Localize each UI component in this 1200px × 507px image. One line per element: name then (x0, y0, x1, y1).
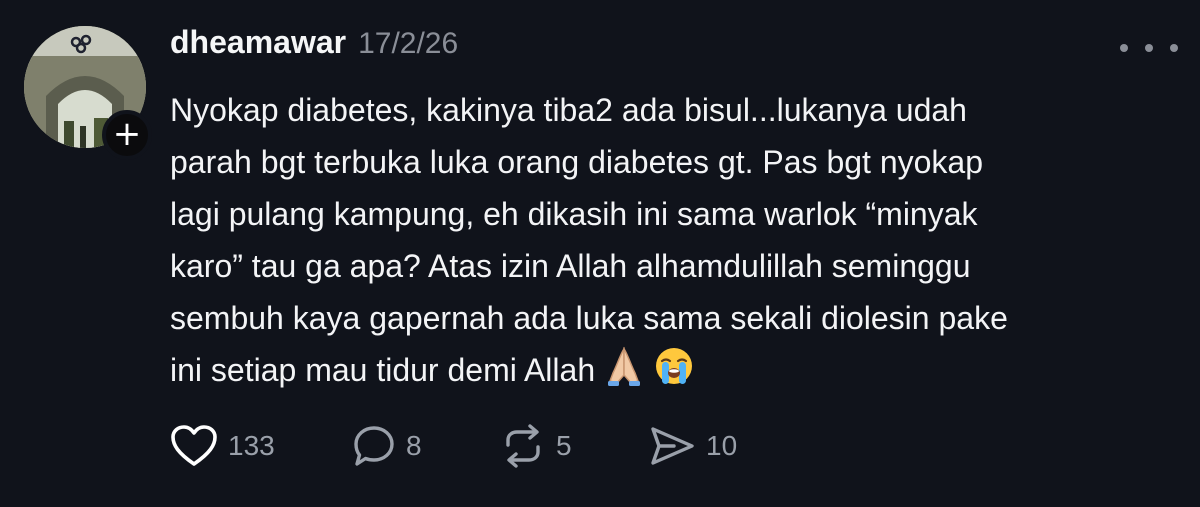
post-date[interactable]: 17/2/26 (358, 27, 458, 61)
post-text-line: karo” tau ga apa? Atas izin Allah alhamd… (170, 248, 971, 284)
thread-post: + dheamawar 17/2/26 Nyokap diabetes, kak… (0, 0, 1200, 507)
follow-button[interactable]: + (102, 110, 152, 160)
more-options-icon[interactable] (1120, 40, 1178, 56)
username[interactable]: dheamawar (170, 24, 346, 61)
folded-hands-icon (603, 345, 645, 402)
post-text-line: lagi pulang kampung, eh dikasih ini sama… (170, 196, 978, 232)
repost-count: 5 (556, 430, 572, 461)
heart-icon (171, 425, 217, 466)
comment-bubble-icon (354, 426, 394, 466)
post-text-last-line: ini setiap mau tidur demi Allah (170, 344, 1160, 402)
send-icon (651, 427, 694, 465)
repost-button[interactable]: 5 (500, 424, 648, 468)
post-text-line: sembuh kaya gapernah ada luka sama sekal… (170, 300, 1008, 336)
reply-button[interactable]: 8 (352, 424, 500, 468)
action-bar: 133 8 5 10 (170, 422, 737, 470)
plus-icon: + (112, 113, 142, 154)
post-header: dheamawar 17/2/26 (170, 24, 458, 61)
repost-icon (506, 424, 540, 468)
reply-count: 8 (406, 430, 422, 461)
like-button[interactable]: 133 (170, 424, 352, 468)
post-text: Nyokap diabetes, kakinya tiba2 ada bisul… (170, 84, 1160, 402)
share-count: 10 (706, 430, 738, 461)
share-button[interactable]: 10 (648, 424, 737, 468)
post-text-line: ini setiap mau tidur demi Allah (170, 352, 596, 388)
like-count: 133 (228, 430, 275, 461)
post-text-line: Nyokap diabetes, kakinya tiba2 ada bisul… (170, 92, 967, 128)
loudly-crying-face-icon (653, 345, 695, 402)
post-text-line: parah bgt terbuka luka orang diabetes gt… (170, 144, 983, 180)
